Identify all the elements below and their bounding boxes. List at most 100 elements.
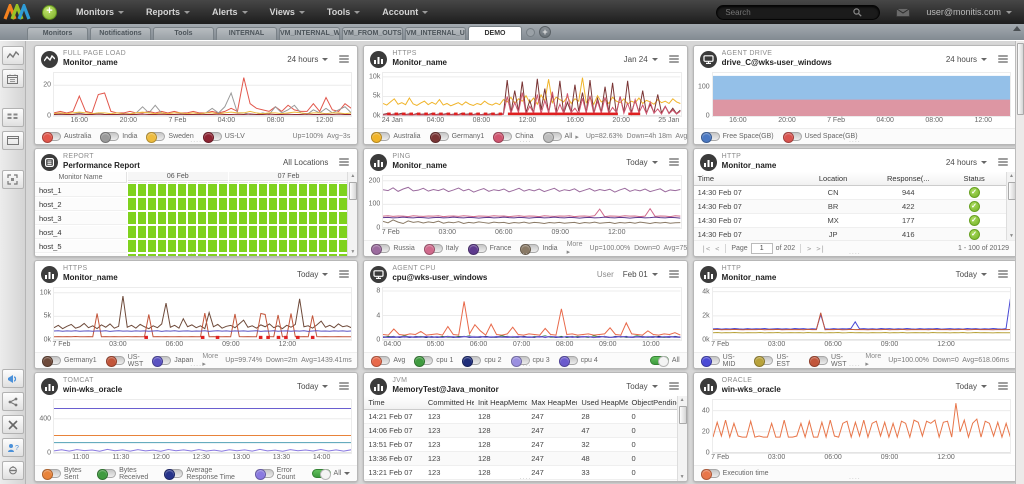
widget-menu-icon[interactable] [337, 156, 351, 168]
report-status-cell[interactable] [248, 254, 258, 256]
report-status-cell[interactable] [168, 184, 178, 196]
tab-vm-internal-w[interactable]: VM_INTERNAL_W [279, 27, 340, 40]
report-status-cell[interactable] [188, 240, 198, 252]
report-status-cell[interactable] [319, 226, 329, 238]
report-status-cell[interactable] [228, 212, 238, 224]
column-header-used-heapmem[interactable]: Used HeapMem... [577, 398, 627, 407]
time-range-dropdown[interactable]: 24 hours [946, 158, 987, 167]
report-status-cell[interactable] [228, 226, 238, 238]
report-status-cell[interactable] [158, 240, 168, 252]
scroll-down-icon[interactable]: ▼ [678, 473, 687, 481]
all-locations-toggle[interactable]: All ▸ [542, 132, 579, 143]
widget-scrollbar[interactable]: ▲ ▼ [676, 396, 687, 481]
legend-toggle-australia[interactable]: Australia [371, 132, 421, 143]
widget-drag-handle[interactable]: :::: [190, 477, 202, 481]
menu-monitors[interactable]: Monitors [65, 0, 135, 24]
user-menu[interactable]: user@monitis.com [926, 7, 1012, 17]
widget-menu-icon[interactable] [996, 380, 1010, 392]
report-status-cell[interactable] [168, 198, 178, 210]
time-range-dropdown[interactable]: 24 hours [946, 55, 987, 64]
report-status-cell[interactable] [309, 226, 319, 238]
report-status-cell[interactable] [258, 240, 268, 252]
report-status-cell[interactable] [288, 240, 299, 252]
scroll-up-icon[interactable]: ▲ [348, 172, 357, 180]
report-status-cell[interactable] [188, 212, 198, 224]
widget-drag-handle[interactable]: :::: [520, 140, 532, 144]
report-status-cell[interactable] [268, 198, 278, 210]
time-range-dropdown[interactable]: Today [626, 382, 658, 391]
report-status-cell[interactable] [319, 240, 329, 252]
legend-toggle-us-mid[interactable]: US-MID [700, 354, 746, 368]
report-status-cell[interactable] [188, 184, 198, 196]
report-status-cell[interactable] [178, 254, 188, 256]
report-status-cell[interactable] [278, 212, 288, 224]
last-page-button[interactable]: >| [815, 245, 825, 253]
report-status-cell[interactable] [158, 198, 168, 210]
table-row[interactable]: 14:30 Feb 07 MX 177 ✓ [693, 214, 1007, 228]
report-status-cell[interactable] [158, 226, 168, 238]
time-range-dropdown[interactable]: Today [956, 382, 987, 391]
monitis-logo[interactable] [0, 4, 34, 20]
report-status-cell[interactable] [138, 198, 148, 210]
legend-toggle-india[interactable]: India [100, 132, 137, 143]
time-range-dropdown[interactable]: Feb 01 [623, 270, 658, 279]
report-status-cell[interactable] [178, 212, 188, 224]
report-monitor-name[interactable]: host_4 [35, 226, 127, 239]
column-header-location[interactable]: Location [791, 174, 876, 183]
tab-vm-from-outs[interactable]: VM_FROM_OUTS [342, 27, 403, 40]
report-status-cell[interactable] [309, 198, 319, 210]
next-page-button[interactable]: > [806, 245, 812, 253]
widget-scrollbar[interactable]: ▲ ▼ [347, 172, 358, 256]
report-status-cell[interactable] [288, 254, 299, 256]
report-status-cell[interactable] [329, 254, 339, 256]
legend-toggle-cpu-4[interactable]: cpu 4 [558, 356, 598, 367]
menu-tools[interactable]: Tools [316, 0, 371, 24]
legend-toggle-avg[interactable]: Avg [371, 356, 405, 367]
legend-toggle-bytes-received[interactable]: Bytes Received [97, 467, 155, 481]
report-status-cell[interactable] [248, 212, 258, 224]
report-status-cell[interactable] [248, 240, 258, 252]
report-status-cell[interactable] [238, 212, 248, 224]
legend-toggle-germany1[interactable]: Germany1 [42, 356, 97, 367]
report-status-cell[interactable] [268, 212, 278, 224]
report-status-cell[interactable] [148, 184, 158, 196]
table-row[interactable]: 14:30 Feb 07 CN 944 ✓ [693, 186, 1007, 200]
add-monitor-button[interactable]: + [42, 4, 57, 20]
report-status-cell[interactable] [188, 198, 198, 210]
legend-toggle-us-lv[interactable]: US-LV [202, 132, 245, 143]
tab-tools[interactable]: Tools [153, 27, 214, 40]
report-status-cell[interactable] [299, 254, 309, 256]
report-status-cell[interactable] [299, 184, 309, 196]
report-status-cell[interactable] [329, 212, 339, 224]
report-status-cell[interactable] [178, 240, 188, 252]
column-header-time[interactable]: Time [694, 174, 791, 183]
legend-toggle-japan[interactable]: Japan [152, 356, 193, 367]
report-status-cell[interactable] [309, 212, 319, 224]
tab-notifications[interactable]: Notifications [90, 27, 151, 40]
table-row[interactable]: 13:36 Feb 07 123 128 247 48 0 [364, 452, 678, 466]
collapse-panel-icon[interactable] [1013, 26, 1021, 31]
report-status-cell[interactable] [228, 184, 238, 196]
widget-drag-handle[interactable]: :::: [849, 140, 861, 144]
column-header-time[interactable]: Time [364, 398, 424, 407]
layout-columns-icon[interactable] [1, 108, 24, 127]
widget-drag-handle[interactable]: :::: [190, 364, 202, 368]
report-status-cell[interactable] [299, 226, 309, 238]
time-range-dropdown[interactable]: Today [297, 270, 329, 279]
envelope-icon[interactable] [896, 7, 911, 17]
report-status-cell[interactable] [218, 212, 228, 224]
report-status-cell[interactable] [208, 184, 218, 196]
scrollbar-thumb[interactable] [349, 182, 358, 200]
report-status-cell[interactable] [208, 254, 218, 256]
report-status-cell[interactable] [248, 184, 258, 196]
report-status-cell[interactable] [258, 212, 268, 224]
report-status-cell[interactable] [228, 240, 238, 252]
report-status-cell[interactable] [208, 226, 218, 238]
report-status-cell[interactable] [168, 212, 178, 224]
scrollbar-thumb[interactable] [678, 406, 687, 424]
tab-demo[interactable]: DEMO [468, 26, 522, 40]
report-status-cell[interactable] [278, 254, 288, 256]
page-scrollbar-thumb[interactable] [1017, 43, 1024, 115]
screen-options-icon[interactable] [1, 461, 24, 480]
share-icon[interactable] [1, 392, 24, 411]
